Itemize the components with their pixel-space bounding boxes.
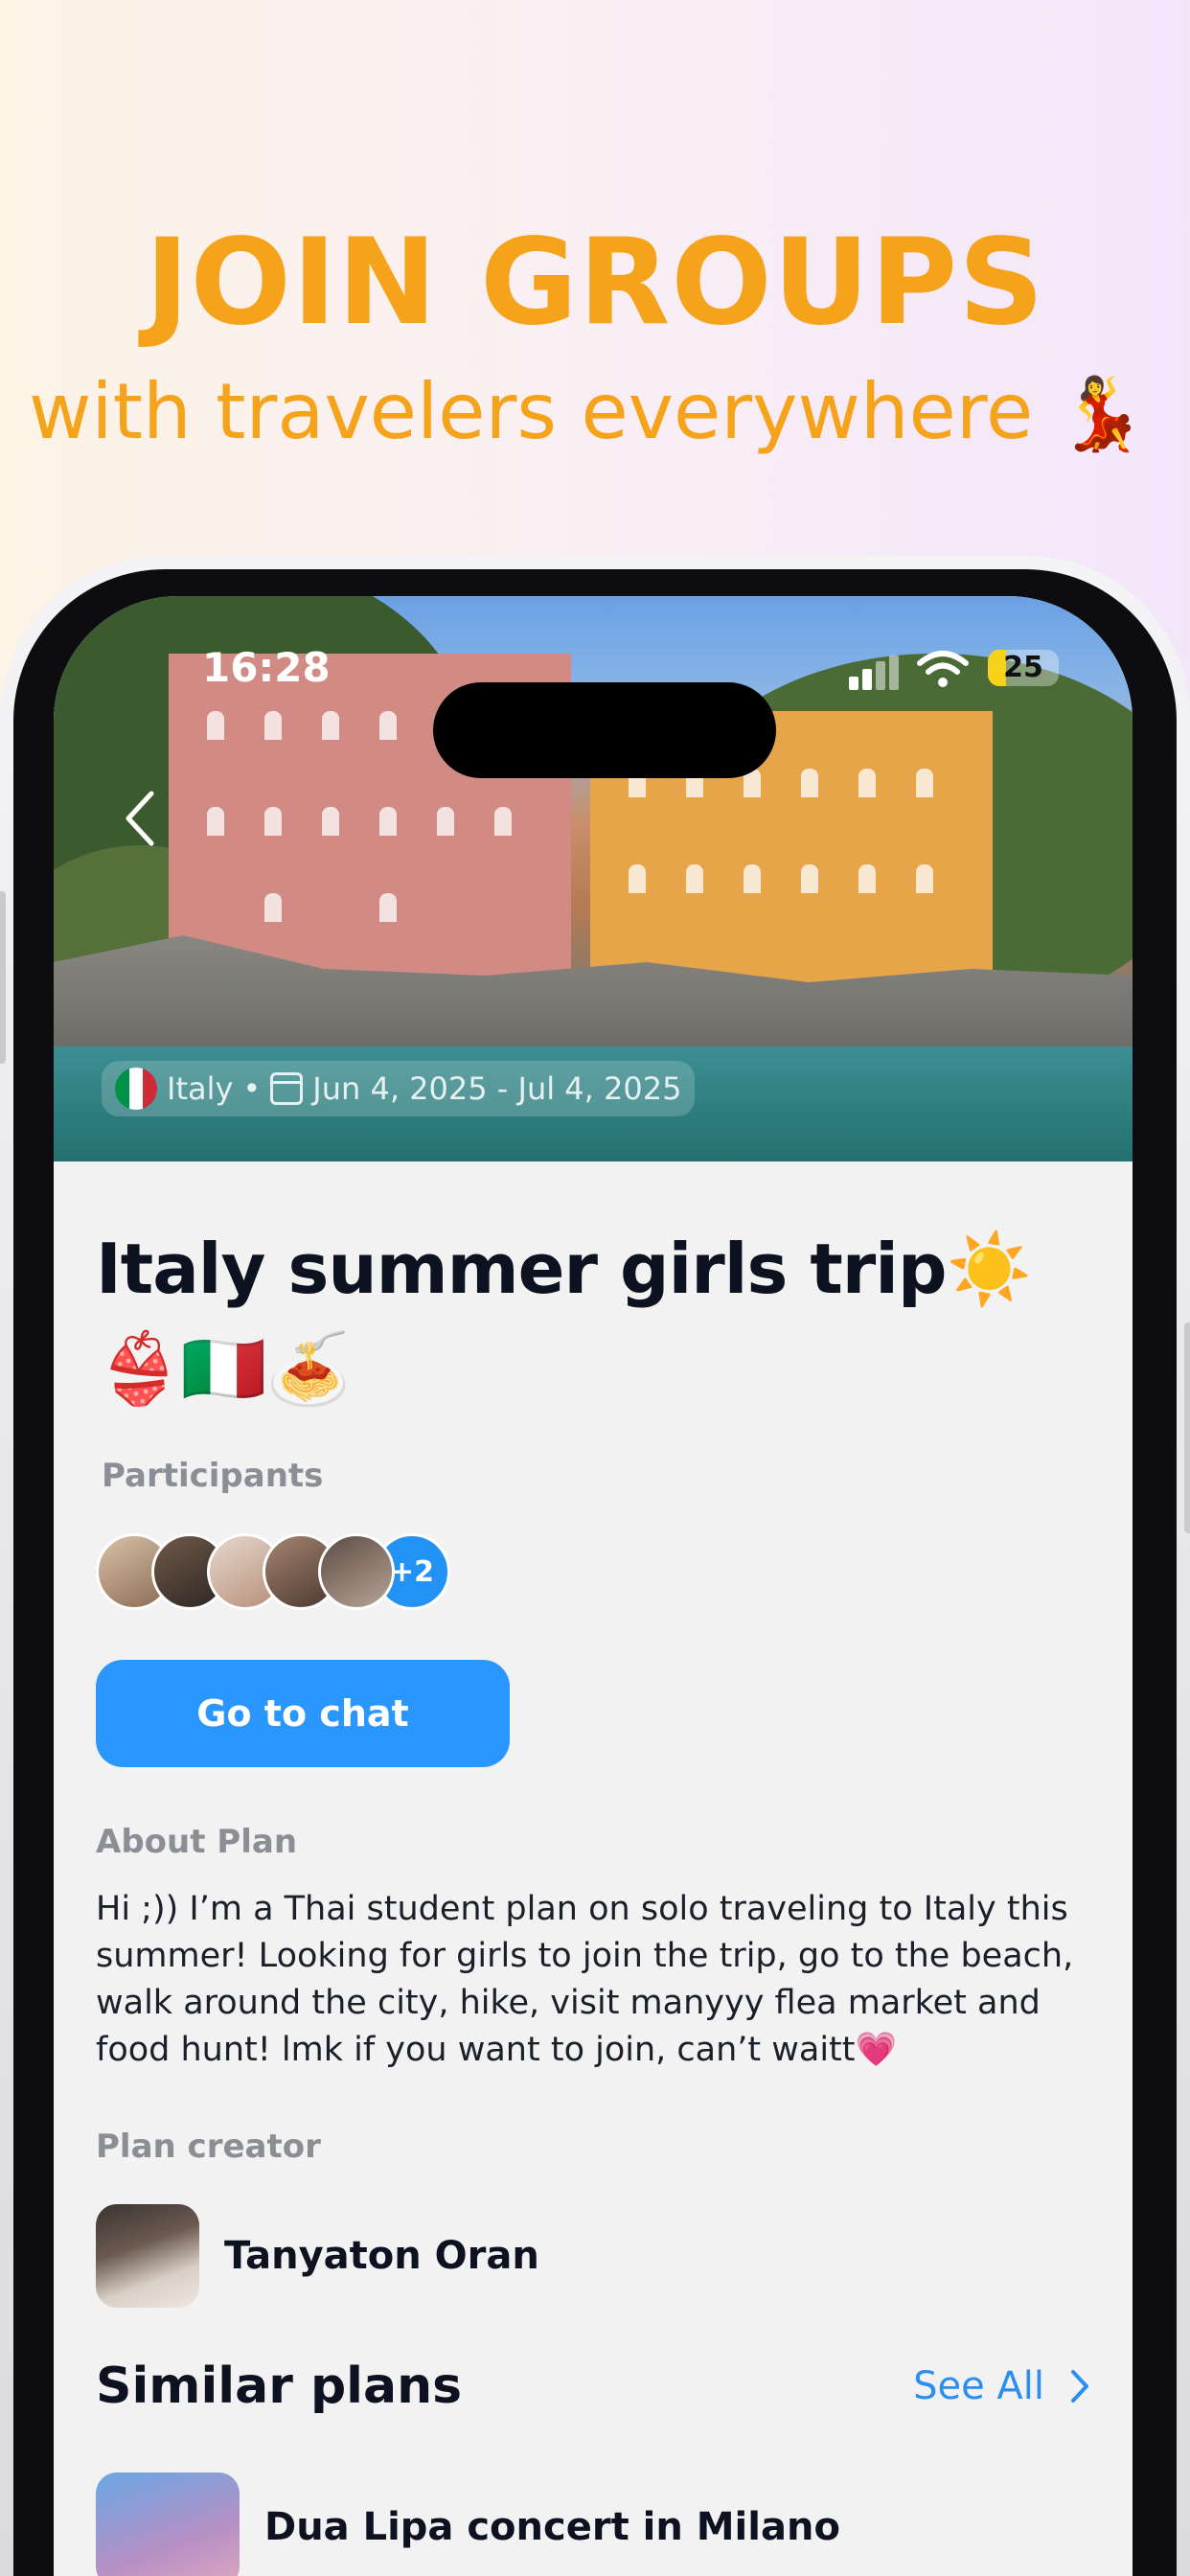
- similar-plans-title: Similar plans: [96, 2358, 463, 2415]
- go-to-chat-button[interactable]: Go to chat: [96, 1660, 510, 1767]
- about-plan-label: About Plan: [96, 1823, 298, 1861]
- wifi-icon: [917, 651, 969, 687]
- plan-creator-label: Plan creator: [96, 2128, 321, 2166]
- promo-subtitle-text: with travelers everywhere: [29, 367, 1034, 456]
- see-all-label[interactable]: See All: [913, 2364, 1044, 2408]
- dancer-emoji-icon: 💃: [1057, 373, 1146, 455]
- separator-dot: •: [242, 1070, 262, 1107]
- plan-details: Italy summer girls trip☀️👙🇮🇹🍝 Participan…: [96, 1162, 1090, 2576]
- app-screen: 16:28 25 Italy • Jun 4, 2025 - Jul 4, 20…: [54, 596, 1133, 2576]
- participants-label: Participants: [102, 1457, 324, 1495]
- battery-level: 25: [1003, 651, 1043, 684]
- trip-info-chip: Italy • Jun 4, 2025 - Jul 4, 2025: [102, 1061, 696, 1116]
- similar-plans-header: Similar plans See All: [96, 2358, 1090, 2415]
- similar-plan-name[interactable]: Dua Lipa concert in Milano: [264, 2505, 840, 2549]
- status-time: 16:28: [202, 644, 331, 691]
- promo-subtitle: with travelers everywhere 💃: [29, 364, 1188, 462]
- creator-avatar[interactable]: [96, 2204, 199, 2308]
- plan-title: Italy summer girls trip☀️👙🇮🇹🍝: [96, 1229, 1032, 1409]
- battery-icon: 25: [988, 650, 1059, 686]
- calendar-icon: [270, 1072, 304, 1105]
- plan-creator[interactable]: Tanyaton Oran: [96, 2204, 1090, 2308]
- trip-country: Italy: [167, 1070, 234, 1107]
- similar-plan-item[interactable]: Dua Lipa concert in Milano: [96, 2472, 1090, 2576]
- italy-flag-icon: [115, 1068, 157, 1110]
- status-bar: 16:28 25: [54, 644, 1133, 778]
- participants-avatars[interactable]: +2: [96, 1533, 1090, 1610]
- trip-dates: Jun 4, 2025 - Jul 4, 2025: [312, 1070, 682, 1107]
- chevron-right-icon: [1071, 2370, 1088, 2403]
- phone-frame: 16:28 25 Italy • Jun 4, 2025 - Jul 4, 20…: [0, 556, 1190, 2576]
- promo-title: JOIN GROUPS: [145, 214, 1045, 352]
- creator-name[interactable]: Tanyaton Oran: [224, 2234, 539, 2278]
- phone-left-button: [0, 891, 6, 1064]
- phone-side-button: [1184, 1322, 1190, 1533]
- see-all-link[interactable]: See All: [913, 2364, 1090, 2408]
- chevron-left-icon: [126, 791, 154, 846]
- hero-image: 16:28 25 Italy • Jun 4, 2025 - Jul 4, 20…: [54, 596, 1133, 1162]
- about-plan-text: Hi ;)) I’m a Thai student plan on solo t…: [96, 1890, 1074, 2069]
- avatar[interactable]: [318, 1533, 395, 1610]
- back-button[interactable]: [121, 788, 178, 855]
- similar-plan-thumbnail[interactable]: [96, 2472, 240, 2576]
- dynamic-island: [433, 682, 776, 778]
- cellular-signal-icon: [849, 656, 906, 690]
